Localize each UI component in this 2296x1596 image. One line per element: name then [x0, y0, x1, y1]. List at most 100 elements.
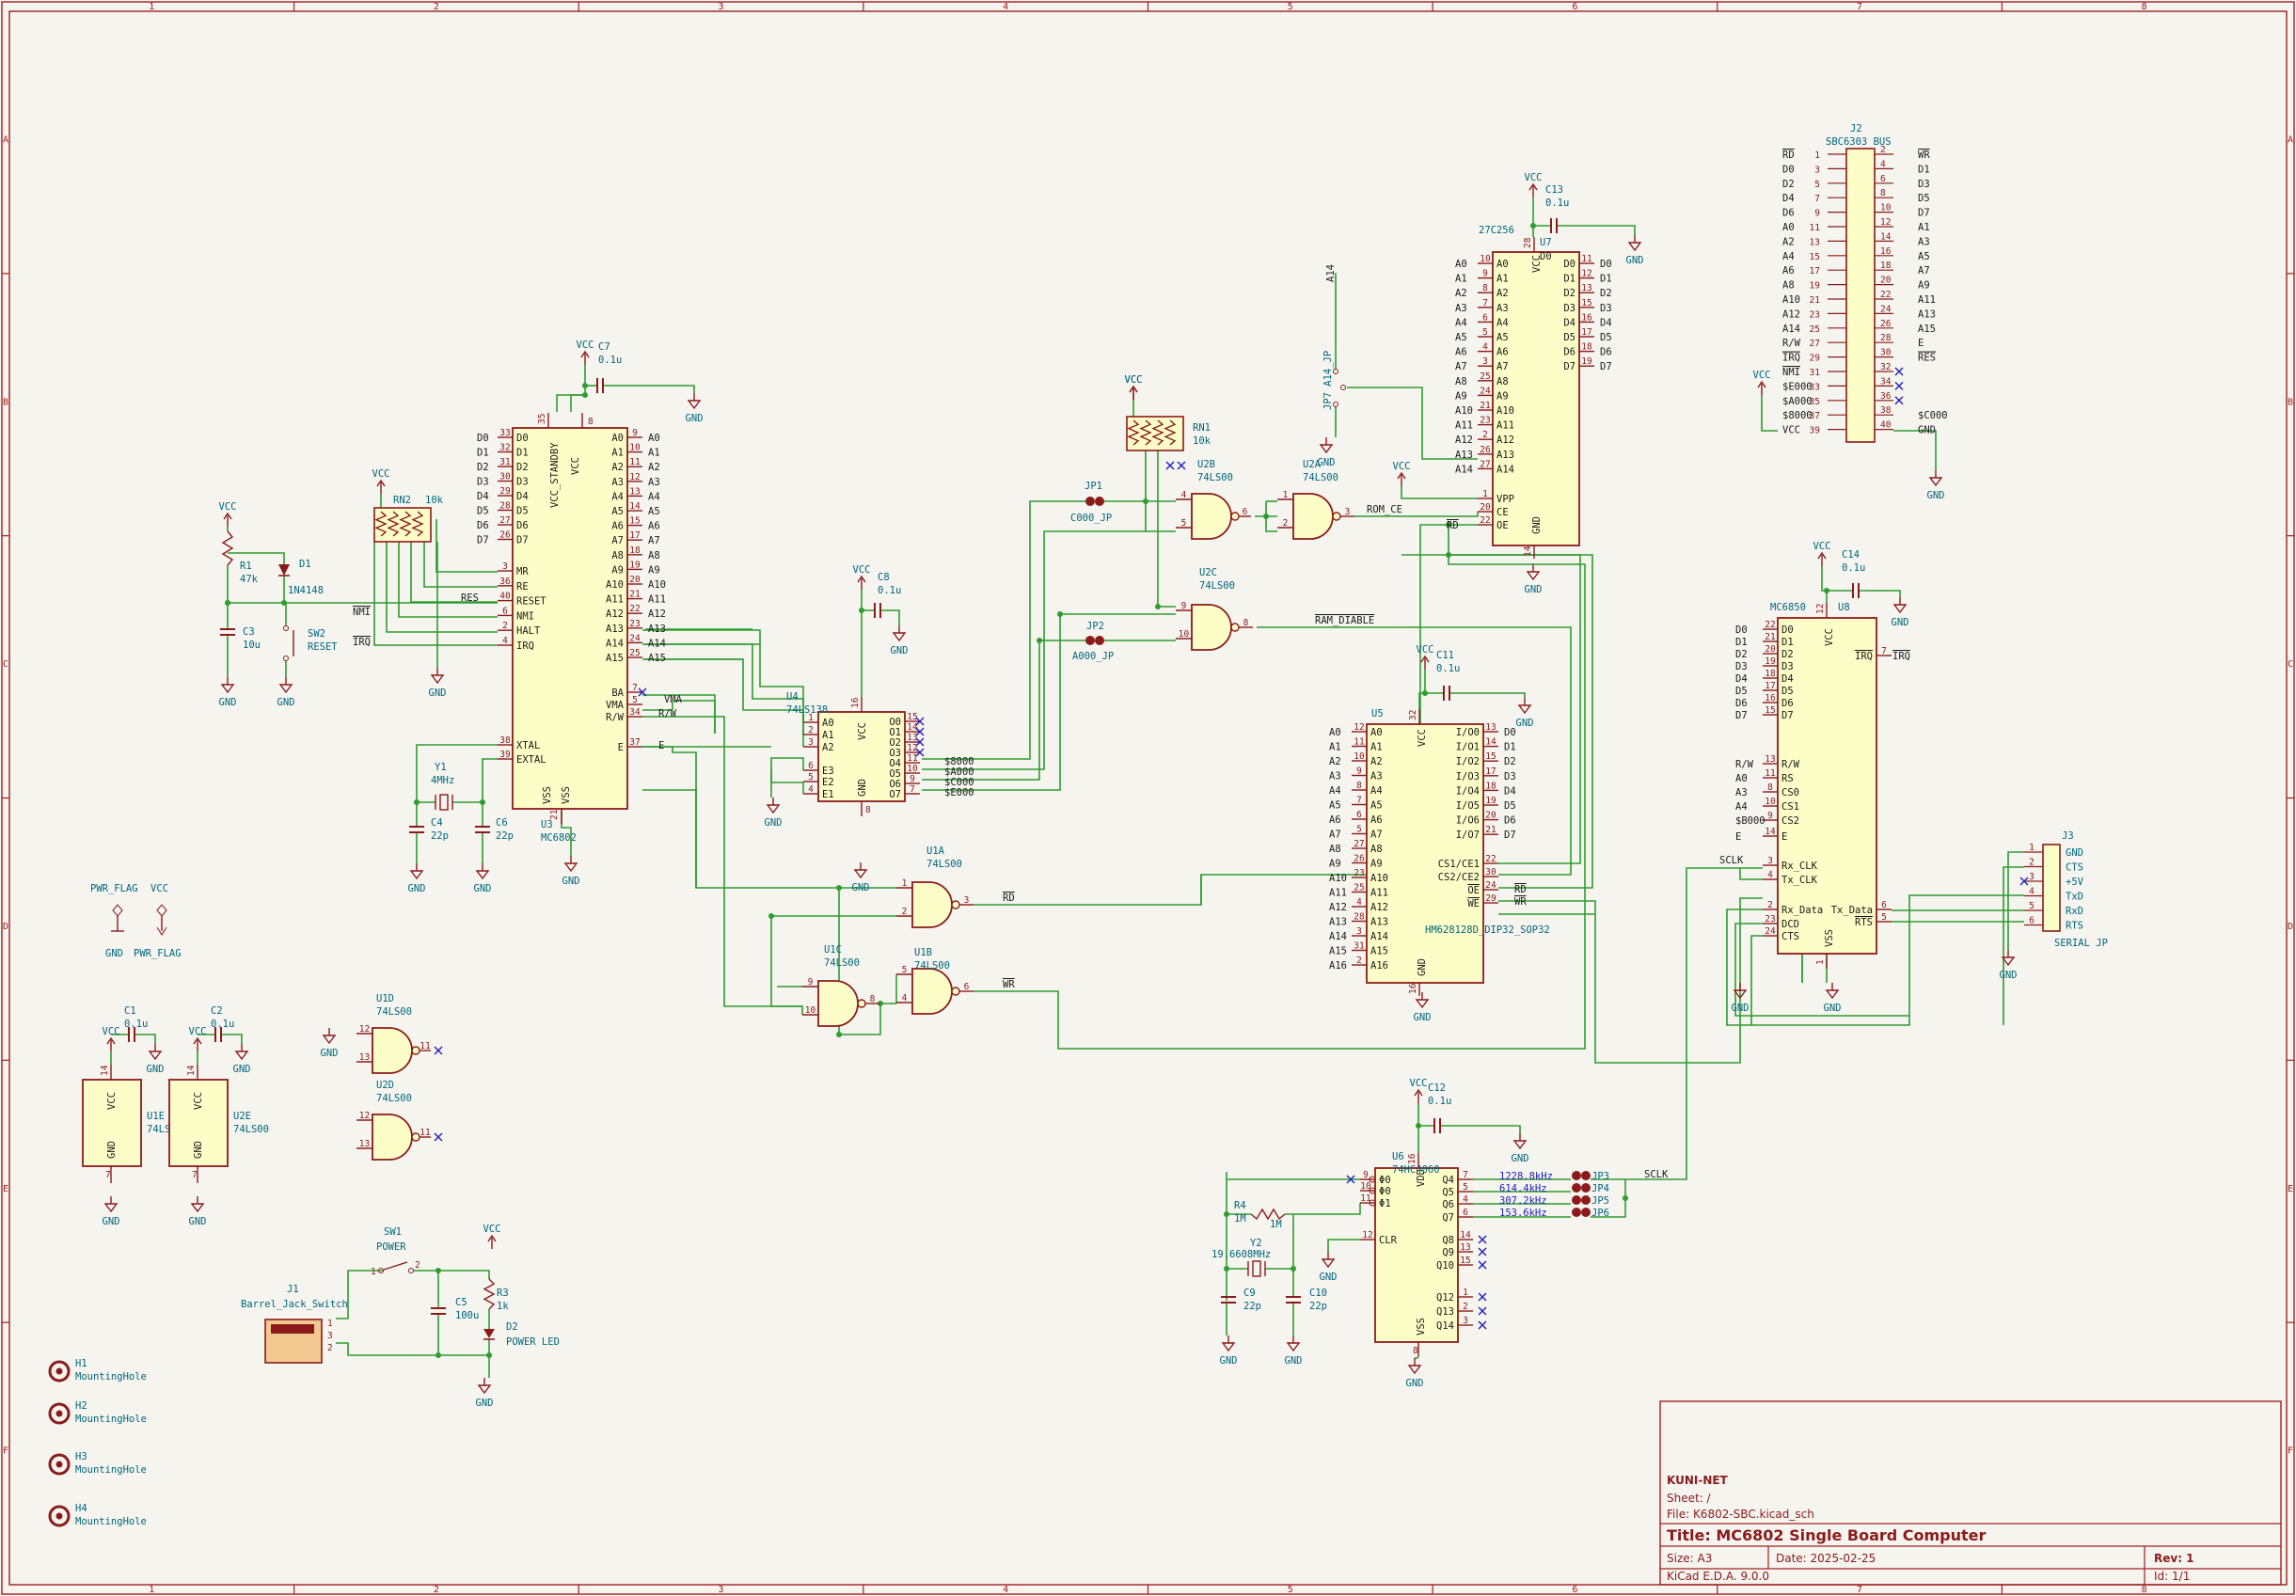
- vcc-label: VCC: [189, 1026, 207, 1037]
- pin-number: 9: [1767, 811, 1773, 821]
- pin-number: 26: [1354, 854, 1365, 864]
- ref-designator: J3: [2062, 830, 2074, 842]
- pin-number: 21: [1480, 401, 1491, 411]
- net-label: D1: [1600, 274, 1612, 285]
- net-label: D2: [1600, 288, 1612, 299]
- pin-name: I/O4: [1456, 785, 1480, 797]
- net-label: A12: [1782, 308, 1800, 320]
- pin-number: 4: [502, 636, 508, 646]
- pin-number: 7: [1463, 1170, 1468, 1180]
- wire: [1449, 692, 1526, 698]
- pin-name: D4: [1781, 673, 1794, 685]
- wire: [922, 500, 1090, 760]
- net-label: A13: [1329, 917, 1347, 928]
- pin-number: 33: [499, 428, 510, 438]
- component-value: 74LS138: [786, 704, 828, 716]
- component-value: C000_JP: [1070, 513, 1112, 524]
- component-value: 19.6608MHz: [1211, 1249, 1271, 1260]
- junction-dot: [1416, 1123, 1421, 1129]
- ref-designator: U4: [786, 691, 799, 703]
- component-value: 22p: [496, 830, 514, 842]
- pin-number: 7: [1356, 796, 1362, 806]
- pin-number: 28: [1523, 237, 1533, 248]
- pin-name: I/O2: [1456, 756, 1480, 767]
- pin-number: 34: [1880, 376, 1892, 387]
- crystal-y2: [1252, 1260, 1261, 1277]
- ref-designator: U1E: [147, 1111, 165, 1122]
- vcc-label: VCC: [103, 1026, 120, 1037]
- component-value: 1k: [497, 1301, 509, 1312]
- pin-name: VCC: [857, 722, 868, 740]
- pin-name: VCC: [1824, 628, 1835, 646]
- vcc-label: VCC: [853, 564, 871, 576]
- pin-number: 22: [1880, 290, 1891, 300]
- ref-designator: U5: [1371, 708, 1384, 719]
- switch-sw1: [408, 1268, 414, 1273]
- pin-number: 19: [629, 560, 641, 570]
- ref-designator: D1: [299, 559, 311, 570]
- pin-number: 27: [499, 515, 510, 526]
- pin-name: CLR: [1379, 1235, 1398, 1246]
- pin-name: D0: [1563, 259, 1576, 270]
- pin-number: 10: [1179, 629, 1190, 640]
- pin-name: HALT: [516, 625, 541, 637]
- pin-number: 5: [2029, 901, 2035, 911]
- net-label: D3: [1735, 661, 1748, 672]
- net-label: D4: [1600, 317, 1612, 328]
- pin-name: D1: [1781, 637, 1794, 648]
- pin-number: 5: [1881, 912, 1887, 923]
- pin-number: 2: [2029, 858, 2035, 868]
- net-label: A8: [1455, 376, 1467, 387]
- zone-column-label: 7: [1857, 1585, 1862, 1595]
- net-label: A7: [1918, 265, 1930, 277]
- pin-name: VSS: [1824, 929, 1835, 947]
- net-label: A12: [1455, 435, 1473, 446]
- pin-name: Tx_CLK: [1781, 875, 1818, 886]
- sheet-path: Sheet: /: [1667, 1492, 1712, 1505]
- pin-name: CS2/CE2: [1438, 872, 1480, 883]
- ref-designator: C13: [1545, 184, 1563, 196]
- net-label: D6: [1600, 347, 1612, 358]
- sheet-date: Date: 2025-02-25: [1776, 1552, 1876, 1565]
- junction-dot: [1057, 611, 1063, 617]
- mounting-hole-center: [55, 1512, 63, 1520]
- pin-number: 22: [1485, 854, 1496, 864]
- pin-number: 25: [1354, 883, 1364, 893]
- zone-column-label: 4: [1003, 1585, 1008, 1595]
- pin-name: Q9: [1442, 1247, 1454, 1258]
- pin-number: 12: [359, 1024, 370, 1035]
- pin-name: A14: [1496, 464, 1514, 475]
- gnd-symbol: [687, 400, 702, 410]
- pin-name: A7: [611, 535, 624, 546]
- wire: [1557, 225, 1636, 235]
- component-value: 0.1u: [1545, 198, 1569, 209]
- ref-designator: U1D: [376, 993, 394, 1004]
- pin-number: 21: [1485, 825, 1496, 835]
- vcc-label: VCC: [1813, 541, 1831, 552]
- net-label: A11: [1918, 294, 1936, 306]
- gnd-symbol: [563, 862, 578, 873]
- ref-designator: U1C: [824, 944, 842, 956]
- gnd-symbol: [477, 1384, 492, 1395]
- ref-designator: JP1: [1085, 481, 1102, 492]
- pin-name: A15: [606, 653, 624, 664]
- gnd-label: GND: [1414, 1012, 1432, 1023]
- net-label: D3: [477, 477, 489, 488]
- pin-number: 31: [1810, 368, 1821, 378]
- ref-designator: C11: [1436, 650, 1454, 661]
- pin-name: CTS: [1781, 931, 1799, 942]
- net-label: D5: [1918, 193, 1930, 204]
- pin-name: A14: [606, 638, 624, 649]
- pin-name: A5: [1370, 800, 1383, 812]
- sheet-size: Size: A3: [1667, 1552, 1712, 1565]
- net-label: ROM_CE: [1367, 504, 1402, 515]
- solder-jumper: [1581, 1183, 1591, 1193]
- wire: [135, 1034, 156, 1044]
- gnd-label: GND: [562, 876, 580, 887]
- net-label: A14: [1455, 464, 1473, 475]
- pin-name: BA: [611, 687, 624, 699]
- sheet-title: Title: MC6802 Single Board Computer: [1667, 1526, 1987, 1544]
- pin-number: 14: [907, 722, 918, 733]
- net-label: A11: [1329, 888, 1347, 899]
- pin-name: Rx_Data: [1781, 905, 1823, 916]
